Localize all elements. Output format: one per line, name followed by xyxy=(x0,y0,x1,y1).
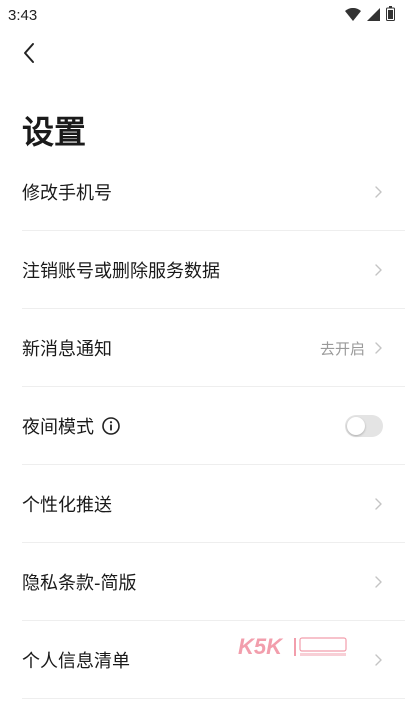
chevron-right-icon xyxy=(373,575,383,589)
night-mode-label-group: 夜间模式 xyxy=(22,413,345,439)
settings-item-label: 修改手机号 xyxy=(22,183,112,204)
settings-item-label: 个性化推送 xyxy=(22,495,112,516)
status-icons xyxy=(345,5,395,25)
chevron-right-icon xyxy=(373,263,383,277)
settings-item-label: 隐私条款-简版 xyxy=(22,573,137,594)
battery-icon xyxy=(386,5,395,25)
chevron-right-icon xyxy=(373,341,383,355)
settings-item-change-phone[interactable]: 修改手机号 xyxy=(0,153,405,231)
wifi-icon xyxy=(345,6,361,25)
info-icon[interactable] xyxy=(102,417,120,435)
chevron-right-icon xyxy=(373,653,383,667)
status-time: 3:43 xyxy=(8,6,38,24)
toggle-knob xyxy=(347,417,365,435)
settings-item-privacy-summary[interactable]: 隐私条款-简版 xyxy=(0,543,405,621)
chevron-right-icon xyxy=(373,185,383,199)
settings-item-label: 注销账号或删除服务数据 xyxy=(22,261,220,282)
back-button[interactable] xyxy=(14,40,44,70)
chevron-left-icon xyxy=(23,42,35,68)
settings-item-label: 夜间模式 xyxy=(22,417,94,438)
settings-list: 修改手机号 注销账号或删除服务数据 新消息通知 去开启 夜间模式 个性化推送 隐… xyxy=(0,153,405,699)
settings-item-night-mode: 夜间模式 xyxy=(0,387,405,465)
settings-item-personalized-push[interactable]: 个性化推送 xyxy=(0,465,405,543)
status-bar: 3:43 xyxy=(0,0,405,30)
night-mode-toggle[interactable] xyxy=(345,415,383,437)
cellular-signal-icon xyxy=(367,6,380,25)
settings-item-notifications[interactable]: 新消息通知 去开启 xyxy=(0,309,405,387)
svg-text:K5K: K5K xyxy=(238,634,284,659)
notification-status-text: 去开启 xyxy=(319,339,365,358)
chevron-right-icon xyxy=(373,497,383,511)
page-title: 设置 xyxy=(22,113,87,151)
settings-item-delete-account[interactable]: 注销账号或删除服务数据 xyxy=(0,231,405,309)
watermark-logo: K5K xyxy=(238,632,353,662)
settings-item-label: 新消息通知 xyxy=(22,339,112,360)
